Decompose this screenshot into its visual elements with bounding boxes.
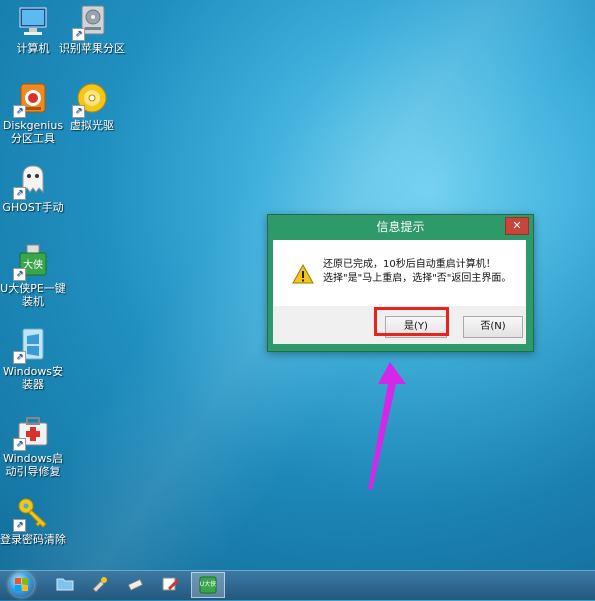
desktop-icon-label: Diskgenius 分区工具 xyxy=(2,119,64,145)
desktop-icon-ghost[interactable]: ➚ GHOST手动 xyxy=(0,162,66,214)
dialog-titlebar[interactable]: 信息提示 ✕ xyxy=(268,215,533,239)
shortcut-arrow-icon: ➚ xyxy=(13,351,26,364)
taskbar-usb-drive-icon[interactable] xyxy=(125,575,145,593)
dialog-title: 信息提示 xyxy=(376,220,425,234)
desktop-icon-diskgenius[interactable]: ➚ Diskgenius 分区工具 xyxy=(0,80,66,145)
desktop-icon-label: Windows安 装器 xyxy=(2,365,64,391)
desktop-icon-label: U大侠PE一键 装机 xyxy=(0,282,66,308)
dialog-content: 还原已完成，10秒后自动重启计算机！ 选择"是"马上重启，选择"否"返回主界面。 xyxy=(273,240,526,306)
taskbar-udaxia-app[interactable]: U大侠 xyxy=(191,572,225,598)
desktop-icon-mac-partition[interactable]: ➚ 识别苹果分区 xyxy=(59,3,125,55)
arrow-annotation-icon xyxy=(368,362,406,490)
dialog-message: 还原已完成，10秒后自动重启计算机！ 选择"是"马上重启，选择"否"返回主界面。 xyxy=(323,258,511,286)
shortcut-arrow-icon: ➚ xyxy=(72,28,85,41)
desktop-icon-udaxia-pe[interactable]: 大侠 ➚ U大侠PE一键 装机 xyxy=(0,243,66,308)
taskbar-folder-icon[interactable] xyxy=(55,575,75,593)
disk-drive-icon: ➚ xyxy=(72,3,110,41)
desktop-icon-windows-installer[interactable]: ➚ Windows安 装器 xyxy=(0,326,66,391)
windows-installer-icon: ➚ xyxy=(13,326,51,364)
shortcut-arrow-icon: ➚ xyxy=(13,268,26,281)
shortcut-arrow-icon: ➚ xyxy=(72,105,85,118)
key-icon: ➚ xyxy=(13,494,51,532)
shortcut-arrow-icon: ➚ xyxy=(13,519,26,532)
desktop-icon-label: Windows启 动引导修复 xyxy=(2,452,64,478)
desktop-icon-label: 虚拟光驱 xyxy=(70,119,114,132)
desktop-icon-password-clear[interactable]: ➚ 登录密码清除 xyxy=(0,494,66,546)
desktop-icon-virtual-drive[interactable]: ➚ 虚拟光驱 xyxy=(59,80,125,132)
desktop-icon-label: 识别苹果分区 xyxy=(59,42,125,55)
shortcut-arrow-icon: ➚ xyxy=(13,438,26,451)
computer-icon xyxy=(15,3,51,39)
boot-repair-icon: ➚ xyxy=(13,413,51,451)
shortcut-arrow-icon: ➚ xyxy=(13,105,26,118)
taskbar-edit-icon[interactable] xyxy=(160,575,180,593)
taskbar-tools-icon[interactable] xyxy=(90,575,110,593)
warning-icon xyxy=(292,263,314,284)
message-line-1: 还原已完成，10秒后自动重启计算机！ xyxy=(323,259,496,270)
desktop-icon-boot-repair[interactable]: ➚ Windows启 动引导修复 xyxy=(0,413,66,478)
taskbar-udaxia-badge: U大侠 xyxy=(199,581,217,588)
desktop-icon-computer[interactable]: 计算机 xyxy=(0,3,66,55)
highlight-box xyxy=(374,307,449,336)
no-button[interactable]: 否(N) xyxy=(463,316,523,338)
start-button[interactable] xyxy=(9,572,34,597)
windows-logo-icon xyxy=(15,578,28,591)
desktop-icon-label: 登录密码清除 xyxy=(0,533,66,546)
virtual-drive-icon: ➚ xyxy=(72,80,110,118)
diskgenius-icon: ➚ xyxy=(13,80,51,118)
close-button[interactable]: ✕ xyxy=(505,217,529,235)
ghost-icon: ➚ xyxy=(13,162,51,200)
desktop-icon-label: GHOST手动 xyxy=(2,201,64,214)
desktop-icon-label: 计算机 xyxy=(16,42,50,55)
shortcut-arrow-icon: ➚ xyxy=(13,187,26,200)
message-line-2: 选择"是"马上重启，选择"否"返回主界面。 xyxy=(323,273,512,284)
udaxia-usb-icon: 大侠 ➚ xyxy=(13,243,51,281)
